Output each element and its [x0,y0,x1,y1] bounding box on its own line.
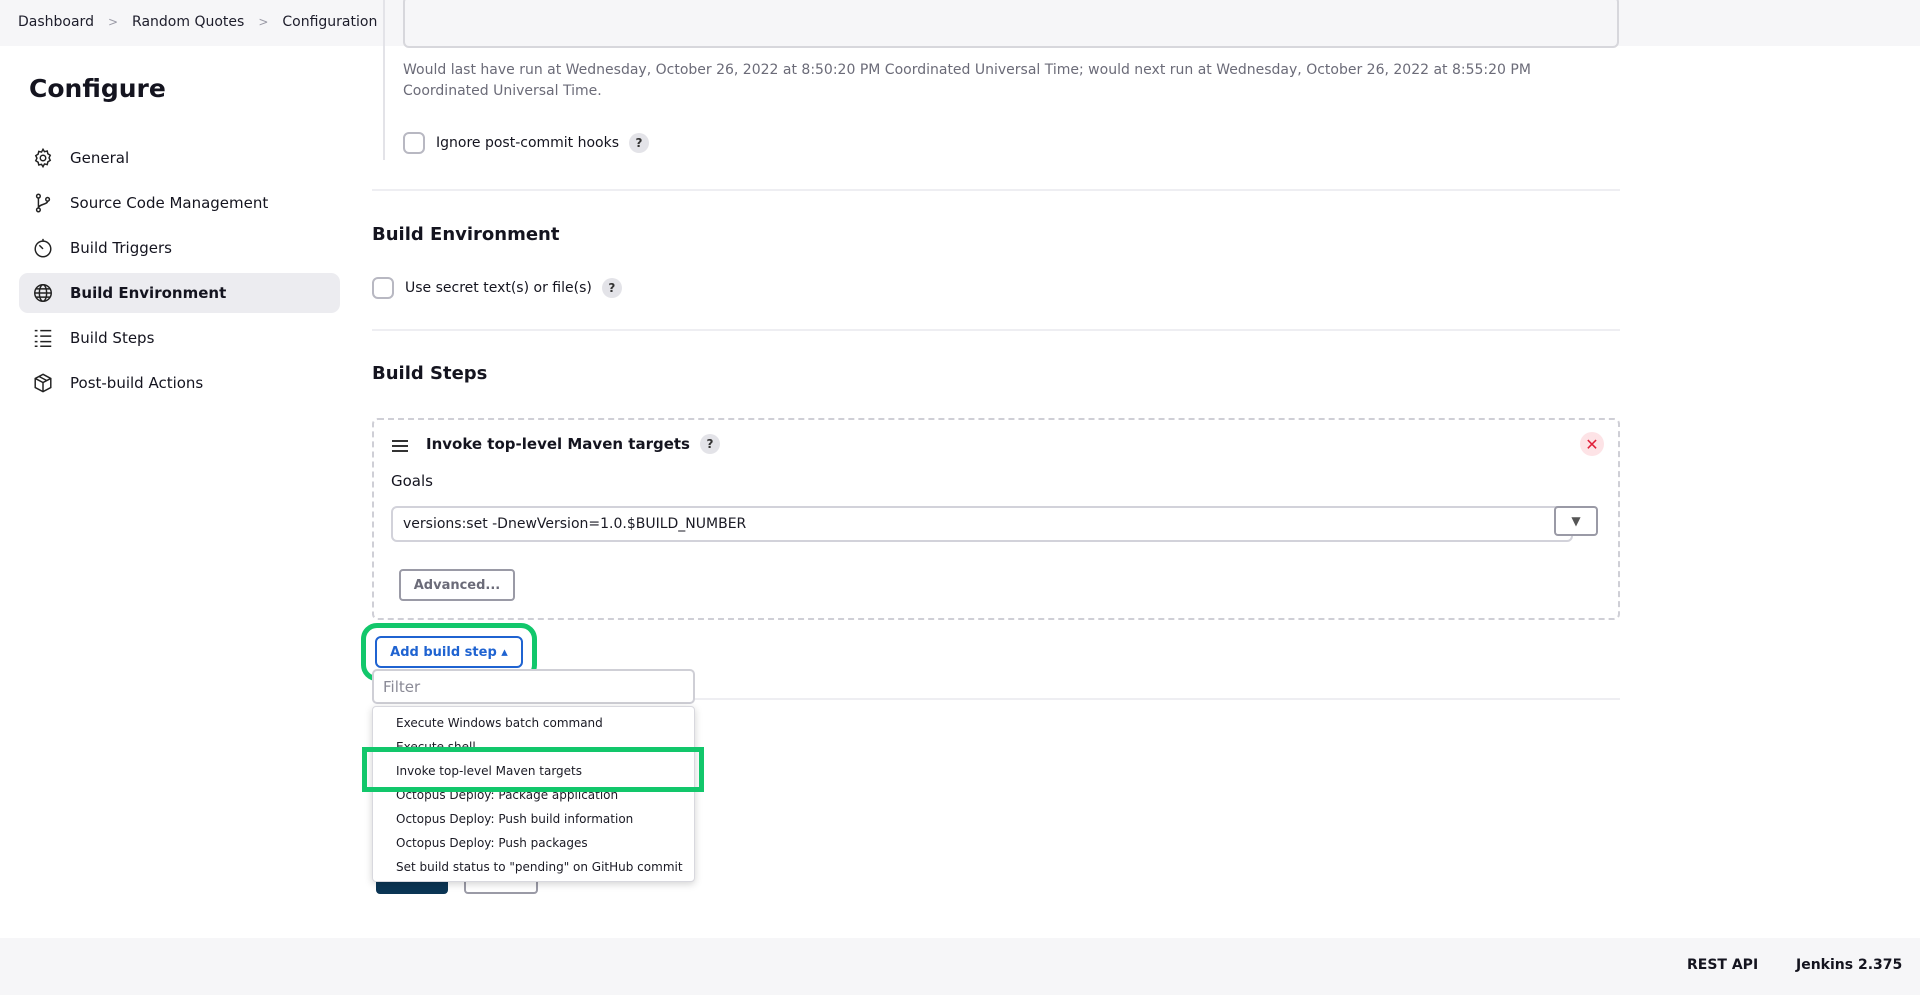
section-divider-line [383,0,385,160]
filter-input[interactable] [372,669,695,704]
jenkins-version-link[interactable]: Jenkins 2.375 [1796,957,1902,973]
help-icon[interactable]: ? [601,278,622,298]
sidebar: General Source Code Management Build Tri… [19,138,340,408]
advanced-button[interactable]: Advanced... [399,569,515,601]
menu-item-octopus-package[interactable]: Octopus Deploy: Package application [373,783,694,807]
sidebar-item-label: General [70,149,130,167]
globe-icon [32,282,54,304]
breadcrumb: Dashboard > Random Quotes > Configuratio… [18,14,377,30]
step-title-text: Invoke top-level Maven targets [426,435,690,453]
sidebar-item-build-triggers[interactable]: Build Triggers [19,228,340,268]
menu-item-octopus-build-info[interactable]: Octopus Deploy: Push build information [373,807,694,831]
menu-item-execute-shell[interactable]: Execute shell [373,735,694,759]
sidebar-item-source-code-management[interactable]: Source Code Management [19,183,340,223]
close-icon[interactable]: ✕ [1580,432,1604,456]
sidebar-item-build-environment[interactable]: Build Environment [19,273,340,313]
help-icon[interactable]: ? [699,434,720,454]
breadcrumb-dashboard[interactable]: Dashboard [18,14,94,30]
sidebar-item-label: Build Steps [70,329,155,347]
sidebar-item-label: Build Environment [70,284,227,302]
breadcrumb-configuration[interactable]: Configuration [282,14,377,30]
rest-api-link[interactable]: REST API [1687,957,1758,973]
package-icon [32,372,54,394]
secret-row: Use secret text(s) or file(s) ? [372,277,622,299]
schedule-textarea[interactable] [403,0,1619,48]
menu-item-octopus-push-packages[interactable]: Octopus Deploy: Push packages [373,831,694,855]
maven-build-step: Invoke top-level Maven targets ? ✕ Goals… [372,418,1620,620]
menu-item-maven-targets[interactable]: Invoke top-level Maven targets [373,759,694,783]
sidebar-item-label: Post-build Actions [70,374,204,392]
timer-icon [32,237,54,259]
section-divider [372,189,1620,191]
help-icon[interactable]: ? [629,133,650,153]
page-title: Configure [29,74,166,103]
chevron-right-icon: > [107,15,119,29]
build-step-menu: Execute Windows batch command Execute sh… [372,706,695,882]
sidebar-item-general[interactable]: General [19,138,340,178]
breadcrumb-random-quotes[interactable]: Random Quotes [132,14,244,30]
ignore-hooks-row: Ignore post-commit hooks ? [403,132,650,154]
sidebar-item-post-build-actions[interactable]: Post-build Actions [19,363,340,403]
ignore-hooks-label: Ignore post-commit hooks [436,135,620,151]
section-divider [372,329,1620,331]
build-environment-title: Build Environment [372,224,560,245]
menu-item-github-pending[interactable]: Set build status to "pending" on GitHub … [373,855,694,879]
sidebar-item-label: Source Code Management [70,194,269,212]
goals-label: Goals [391,472,433,490]
gear-icon [32,147,54,169]
goals-input[interactable] [391,506,1573,542]
step-title: Invoke top-level Maven targets ? [426,434,720,454]
ignore-hooks-checkbox[interactable] [403,132,425,154]
drag-handle-icon[interactable] [392,440,408,455]
schedule-note: Would last have run at Wednesday, Octobe… [403,62,1531,99]
branch-icon [32,192,54,214]
footer: REST API Jenkins 2.375 [0,938,1920,995]
secret-label: Use secret text(s) or file(s) [405,280,592,296]
build-steps-title: Build Steps [372,363,488,384]
sidebar-item-label: Build Triggers [70,239,172,257]
chevron-right-icon: > [258,15,269,29]
secret-checkbox[interactable] [372,277,394,299]
goals-expand-button[interactable]: ▼ [1554,506,1598,536]
add-build-step-button[interactable]: Add build step ▴ [375,636,523,668]
menu-item-windows-batch[interactable]: Execute Windows batch command [373,711,694,735]
sidebar-item-build-steps[interactable]: Build Steps [19,318,340,358]
list-icon [32,327,54,349]
